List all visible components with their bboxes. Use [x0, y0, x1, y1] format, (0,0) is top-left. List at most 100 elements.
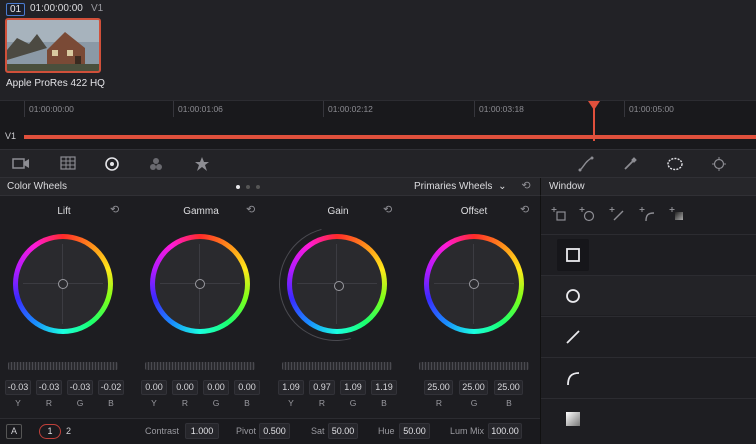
resolve-color-page: 01 01:00:00:00 V1 Apple ProRes 422 HQ 01…: [0, 0, 756, 444]
pivot-field[interactable]: 0.500: [259, 423, 290, 439]
wheel-mode-dropdown[interactable]: Primaries Wheels ⌄: [414, 181, 507, 192]
lift-r-value[interactable]: -0.03: [36, 380, 62, 395]
gradient-window-icon[interactable]: [557, 403, 589, 435]
channel-label: G: [76, 398, 84, 408]
lift-g-value[interactable]: -0.03: [67, 380, 93, 395]
add-circle-icon[interactable]: [579, 206, 595, 222]
contrast-label: Contrast: [145, 426, 180, 436]
curve-window-icon[interactable]: [557, 362, 589, 394]
lift-reset-icon[interactable]: ⟲: [110, 203, 119, 216]
offset-r-value[interactable]: 25.00: [424, 380, 453, 395]
channel-label: B: [244, 398, 250, 408]
page-dot[interactable]: [256, 185, 260, 189]
mini-timeline[interactable]: 01:00:00:00 01:00:01:06 01:00:02:12 01:0…: [0, 100, 756, 149]
square-window-icon[interactable]: [557, 239, 589, 271]
offset-b-value[interactable]: 25.00: [494, 380, 523, 395]
tick-mark: [474, 101, 475, 117]
add-curve-icon[interactable]: [639, 206, 655, 222]
clip-thumbnail[interactable]: [5, 18, 101, 73]
gain-b-value[interactable]: 1.19: [371, 380, 397, 395]
window-row-gradient[interactable]: [541, 398, 756, 444]
window-row-circle[interactable]: [541, 275, 756, 315]
color-wheels-panel: Lift ⟲ -0.03 -0.03 -0.03 -0.02 Y R G B G…: [0, 196, 540, 444]
channel-label: R: [45, 398, 53, 408]
lift-b-value[interactable]: -0.02: [98, 380, 124, 395]
pivot-label: Pivot: [236, 426, 257, 436]
gain-y-value[interactable]: 1.09: [278, 380, 304, 395]
clip-codec-label: Apple ProRes 422 HQ: [6, 78, 105, 89]
window-row-curve[interactable]: [541, 357, 756, 397]
gain-r-value[interactable]: 0.97: [309, 380, 335, 395]
add-rectangle-icon[interactable]: [551, 206, 567, 222]
track-label: V1: [5, 131, 17, 141]
offset-wheel[interactable]: [424, 234, 524, 334]
hue-field[interactable]: 50.00: [399, 423, 430, 439]
channel-label: R: [181, 398, 189, 408]
gain-wheel-handle[interactable]: [334, 281, 344, 291]
linear-window-icon[interactable]: [557, 321, 589, 353]
window-row-square[interactable]: [541, 234, 756, 274]
lum-mix-label: Lum Mix: [450, 426, 485, 436]
lift-master-slider[interactable]: [8, 362, 118, 370]
contrast-field[interactable]: 1.000: [185, 423, 219, 439]
gamma-r-value[interactable]: 0.00: [172, 380, 198, 395]
lift-wheel-handle[interactable]: [58, 279, 68, 289]
camera-raw-icon[interactable]: [12, 156, 30, 172]
offset-reset-icon[interactable]: ⟲: [520, 203, 529, 216]
circle-window-icon[interactable]: [557, 280, 589, 312]
window-row-linear[interactable]: [541, 316, 756, 356]
add-linear-icon[interactable]: [609, 206, 625, 222]
offset-master-slider[interactable]: [419, 362, 529, 370]
gain-reset-icon[interactable]: ⟲: [383, 203, 392, 216]
panel-title: Window: [549, 181, 585, 192]
sat-label: Sat: [311, 426, 325, 436]
gamma-y-value[interactable]: 0.00: [141, 380, 167, 395]
channel-label: B: [506, 398, 512, 408]
sat-field[interactable]: 50.00: [328, 423, 358, 439]
window-panel: [540, 196, 756, 444]
video-track-bar[interactable]: [24, 135, 756, 139]
gamma-g-value[interactable]: 0.00: [203, 380, 229, 395]
motion-effects-icon[interactable]: [193, 156, 211, 172]
gain-wheel[interactable]: [287, 234, 387, 334]
playhead-handle[interactable]: [588, 101, 600, 110]
color-match-icon[interactable]: [59, 156, 77, 172]
gamma-label: Gamma: [183, 206, 219, 217]
channel-label: R: [318, 398, 326, 408]
tracker-icon[interactable]: [710, 156, 728, 172]
wheel-mode-value: Primaries Wheels: [414, 181, 493, 192]
offset-g-value[interactable]: 25.00: [459, 380, 488, 395]
auto-balance-button[interactable]: A: [6, 424, 22, 439]
color-wheels-header: Color Wheels Primaries Wheels ⌄ ⟲: [0, 178, 540, 196]
window-icon[interactable]: [666, 156, 684, 172]
gamma-wheel[interactable]: [150, 234, 250, 334]
channel-label: B: [108, 398, 114, 408]
lift-wheel[interactable]: [13, 234, 113, 334]
offset-wheel-handle[interactable]: [469, 279, 479, 289]
page-dot-active[interactable]: [236, 185, 240, 189]
add-gradient-icon[interactable]: [669, 206, 685, 222]
page-1-button[interactable]: 1: [39, 424, 61, 439]
lift-y-value[interactable]: -0.03: [5, 380, 31, 395]
chevron-down-icon: ⌄: [498, 181, 507, 192]
color-wheels-icon[interactable]: [103, 156, 121, 172]
channel-label: G: [212, 398, 220, 408]
qualifier-icon[interactable]: [621, 156, 639, 172]
lum-mix-field[interactable]: 100.00: [488, 423, 522, 439]
reset-all-icon[interactable]: ⟲: [518, 179, 534, 195]
gamma-reset-icon[interactable]: ⟲: [246, 203, 255, 216]
rgb-mixer-icon[interactable]: [147, 156, 165, 172]
page-2-button[interactable]: 2: [66, 426, 71, 436]
gain-g-value[interactable]: 1.09: [340, 380, 366, 395]
gain-master-slider[interactable]: [282, 362, 392, 370]
gamma-master-slider[interactable]: [145, 362, 255, 370]
tick-mark: [24, 101, 25, 117]
page-dot[interactable]: [246, 185, 250, 189]
panel-title: Color Wheels: [7, 181, 68, 192]
curves-icon[interactable]: [577, 156, 595, 172]
timecode-tick: 01:00:02:12: [328, 104, 373, 114]
gamma-b-value[interactable]: 0.00: [234, 380, 260, 395]
palette-toolbar: [0, 149, 756, 178]
gamma-wheel-handle[interactable]: [195, 279, 205, 289]
clip-strip: 01 01:00:00:00 V1 Apple ProRes 422 HQ: [0, 0, 756, 100]
